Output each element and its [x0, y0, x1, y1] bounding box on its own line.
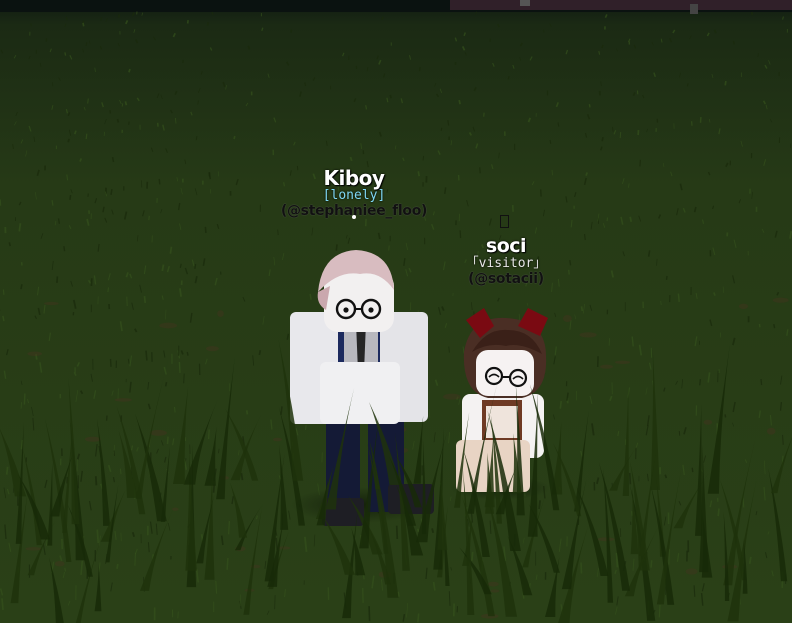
missing-glyph-icon [500, 215, 509, 228]
display-name: soci [485, 235, 527, 257]
nametag-kiboy: Kiboy [lonely] (@stephaniee_floo) [281, 166, 428, 218]
nametag-soci: soci 「visitor」 (@sotacii) [465, 235, 547, 287]
grass-field [0, 0, 792, 623]
player-title: [lonely] [322, 188, 386, 203]
display-name: Kiboy [323, 166, 385, 190]
username: (@sotacii) [468, 271, 544, 287]
dot-icon [352, 215, 356, 219]
player-title: 「visitor」 [465, 256, 547, 271]
game-viewport[interactable]: Kiboy [lonely] (@stephaniee_floo) soci 「… [0, 0, 792, 623]
